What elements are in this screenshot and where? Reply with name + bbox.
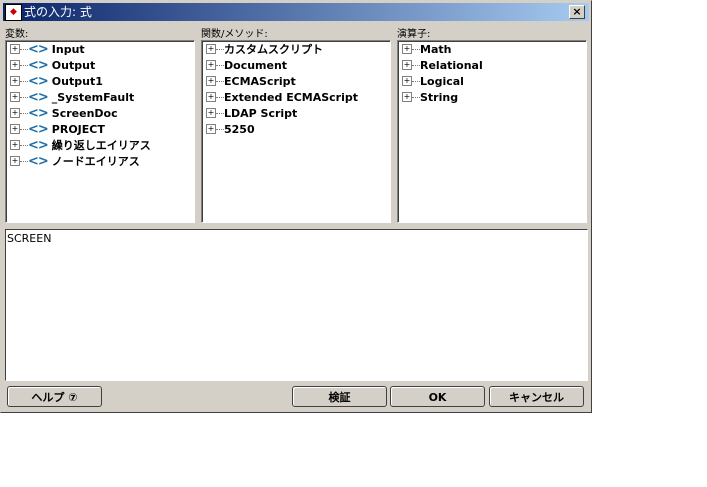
tree-item-label: ScreenDoc bbox=[51, 106, 118, 120]
tree-item[interactable]: + カスタムスクリプト bbox=[202, 41, 390, 57]
expand-icon[interactable]: + bbox=[206, 60, 216, 70]
tree-item[interactable]: + ECMAScript bbox=[202, 73, 390, 89]
expand-icon[interactable]: + bbox=[10, 76, 20, 86]
expand-icon[interactable]: + bbox=[402, 60, 412, 70]
help-button[interactable]: ヘルプ ⑦ bbox=[7, 386, 102, 407]
tree-line bbox=[20, 80, 28, 82]
tree-line bbox=[20, 112, 28, 114]
tree-line bbox=[20, 64, 28, 66]
tree-item-label: LDAP Script bbox=[224, 106, 298, 120]
tree-item-label: ノードエイリアス bbox=[51, 155, 140, 168]
tree-item-label: String bbox=[420, 90, 459, 104]
variable-icon: <> bbox=[28, 89, 49, 105]
tree-line bbox=[216, 48, 224, 50]
functions-tree[interactable]: + カスタムスクリプト + Document + ECMAScript + Extended … bbox=[201, 40, 391, 223]
tree-item-label: カスタムスクリプト bbox=[224, 43, 323, 56]
tree-line bbox=[216, 112, 224, 114]
expand-icon[interactable]: + bbox=[402, 76, 412, 86]
tree-item[interactable]: + <> Input bbox=[6, 41, 194, 57]
expand-icon[interactable]: + bbox=[402, 44, 412, 54]
tree-item[interactable]: + <> PROJECT bbox=[6, 121, 194, 137]
tree-item[interactable]: + Logical bbox=[398, 73, 586, 89]
functions-label: 関数/メソッド: bbox=[201, 29, 268, 40]
tree-item[interactable]: + <> ScreenDoc bbox=[6, 105, 194, 121]
tree-line bbox=[20, 48, 28, 50]
tree-item[interactable]: + <> _SystemFault bbox=[6, 89, 194, 105]
expand-icon[interactable]: + bbox=[402, 92, 412, 102]
tree-item[interactable]: + <> Output bbox=[6, 57, 194, 73]
tree-item-label: _SystemFault bbox=[51, 90, 135, 104]
variable-icon: <> bbox=[28, 137, 49, 153]
tree-line bbox=[216, 96, 224, 98]
ok-button[interactable]: OK bbox=[390, 386, 485, 407]
tree-line bbox=[412, 96, 420, 98]
tree-item-label: ECMAScript bbox=[224, 74, 296, 88]
tree-line bbox=[20, 160, 28, 162]
tree-item-label: Relational bbox=[420, 58, 483, 72]
operators-label: 演算子: bbox=[397, 29, 431, 40]
variable-icon: <> bbox=[28, 57, 49, 73]
tree-item[interactable]: + <> Output1 bbox=[6, 73, 194, 89]
tree-item[interactable]: + Math bbox=[398, 41, 586, 57]
tree-item-label: Math bbox=[420, 42, 452, 56]
tree-line bbox=[216, 80, 224, 82]
tree-line bbox=[20, 96, 28, 98]
variables-label: 変数: bbox=[5, 29, 29, 40]
tree-line bbox=[216, 64, 224, 66]
expression-dialog: ◆ 式の入力: 式 × 変数: 関数/メソッド: 演算子: + <> Input + <… bbox=[0, 0, 592, 413]
window-title: 式の入力: 式 bbox=[24, 5, 92, 19]
tree-item-label: Output1 bbox=[51, 74, 103, 88]
expand-icon[interactable]: + bbox=[10, 44, 20, 54]
tree-item-label: Document bbox=[224, 58, 288, 72]
tree-item-label: PROJECT bbox=[51, 122, 105, 136]
cancel-button[interactable]: キャンセル bbox=[489, 386, 584, 407]
close-button[interactable]: × bbox=[569, 5, 585, 19]
expand-icon[interactable]: + bbox=[10, 108, 20, 118]
expand-icon[interactable]: + bbox=[10, 124, 20, 134]
expand-icon[interactable]: + bbox=[206, 124, 216, 134]
expand-icon[interactable]: + bbox=[10, 140, 20, 150]
tree-line bbox=[412, 48, 420, 50]
tree-item-label: Extended ECMAScript bbox=[224, 90, 359, 104]
tree-item-label: 5250 bbox=[224, 122, 255, 136]
variable-icon: <> bbox=[28, 121, 49, 137]
tree-item-label: Output bbox=[51, 58, 96, 72]
expression-input[interactable]: SCREEN bbox=[5, 229, 588, 381]
expand-icon[interactable]: + bbox=[10, 92, 20, 102]
tree-item[interactable]: + Relational bbox=[398, 57, 586, 73]
variable-icon: <> bbox=[28, 73, 49, 89]
tree-line bbox=[216, 128, 224, 130]
expand-icon[interactable]: + bbox=[206, 108, 216, 118]
variable-icon: <> bbox=[28, 153, 49, 169]
expand-icon[interactable]: + bbox=[10, 156, 20, 166]
tree-line bbox=[20, 144, 28, 146]
tree-item[interactable]: + Document bbox=[202, 57, 390, 73]
tree-item[interactable]: +5250 bbox=[202, 121, 390, 137]
variable-icon: <> bbox=[28, 105, 49, 121]
tree-item[interactable]: + LDAP Script bbox=[202, 105, 390, 121]
tree-item[interactable]: + <> 繰り返しエイリアス bbox=[6, 137, 194, 153]
expand-icon[interactable]: + bbox=[206, 92, 216, 102]
tree-item-label: Input bbox=[51, 42, 85, 56]
expand-icon[interactable]: + bbox=[10, 60, 20, 70]
expand-icon[interactable]: + bbox=[206, 44, 216, 54]
variable-icon: <> bbox=[28, 41, 49, 57]
tree-item[interactable]: + <> ノードエイリアス bbox=[6, 153, 194, 169]
operators-tree[interactable]: + Math + Relational + Logical + String bbox=[397, 40, 587, 223]
tree-item[interactable]: + Extended ECMAScript bbox=[202, 89, 390, 105]
title-bar: ◆ 式の入力: 式 × bbox=[3, 3, 589, 21]
tree-line bbox=[20, 128, 28, 130]
tree-item-label: Logical bbox=[420, 74, 464, 88]
tree-line bbox=[412, 64, 420, 66]
variables-tree[interactable]: + <> Input + <> Output + <> Output1 + <> _SystemFau… bbox=[5, 40, 195, 223]
validate-button[interactable]: 検証 bbox=[292, 386, 387, 407]
app-icon: ◆ bbox=[5, 4, 22, 21]
tree-line bbox=[412, 80, 420, 82]
tree-item[interactable]: + String bbox=[398, 89, 586, 105]
expand-icon[interactable]: + bbox=[206, 76, 216, 86]
tree-item-label: 繰り返しエイリアス bbox=[51, 139, 151, 152]
